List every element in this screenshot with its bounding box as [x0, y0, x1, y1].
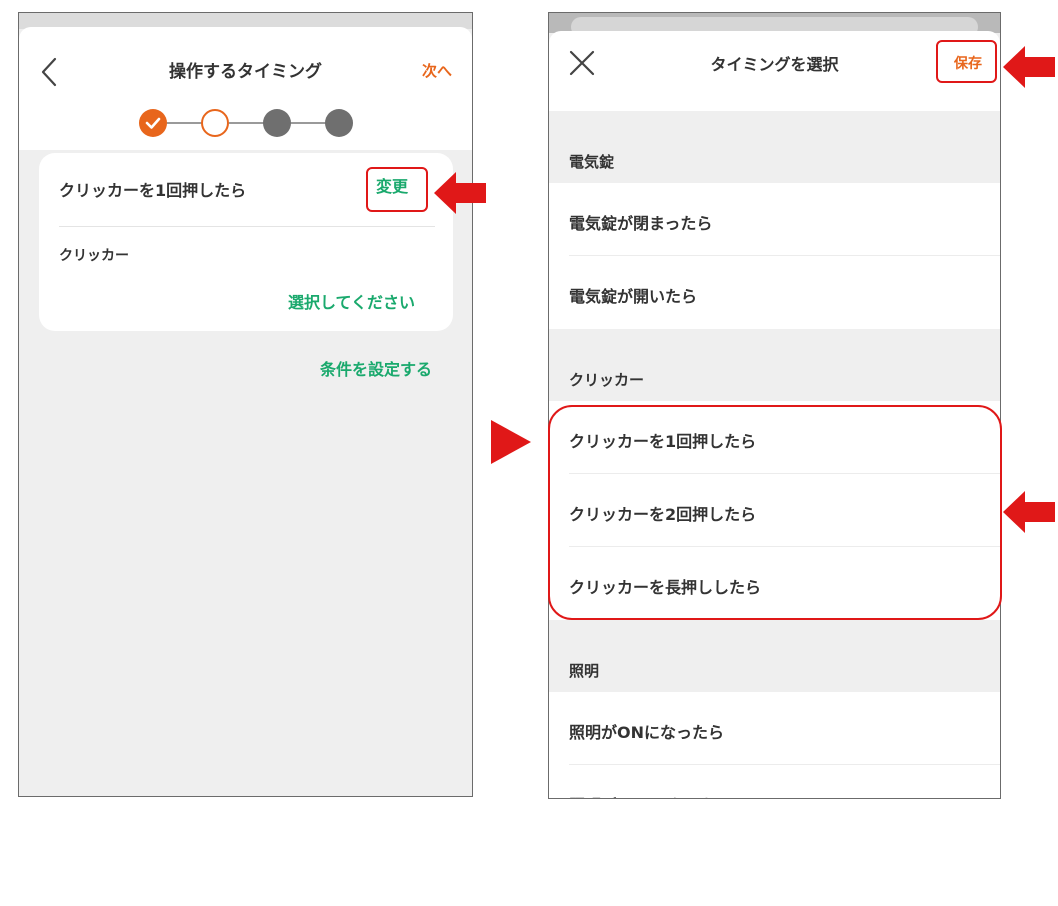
step-connector	[167, 122, 202, 124]
device-label: クリッカー	[59, 248, 129, 264]
save-button[interactable]: 保存	[954, 53, 982, 73]
step-3	[263, 109, 291, 137]
selected-trigger: クリッカーを1回押したら	[59, 181, 247, 200]
section-header-electric-lock: 電気錠	[549, 111, 1000, 183]
list-item[interactable]: 電気錠が開いたら	[549, 256, 1000, 329]
step-connector	[229, 122, 264, 124]
red-arrow-icon	[434, 172, 486, 214]
list-item[interactable]: クリッカーを1回押したら	[549, 401, 1000, 474]
divider	[59, 226, 435, 227]
step-4	[325, 109, 353, 137]
timing-setup-screen: 操作するタイミング 次へ クリッカーを1回押したら 変更 クリッカー 選択してく…	[18, 12, 473, 797]
list-item[interactable]: クリッカーを2回押したら	[549, 474, 1000, 547]
list-item[interactable]: 照明がOFFになったら	[549, 765, 1000, 798]
progress-stepper	[19, 109, 472, 139]
top-strip	[549, 13, 1000, 37]
select-device-link[interactable]: 選択してください	[288, 289, 415, 313]
list-item[interactable]: 電気錠が閉まったら	[549, 183, 1000, 256]
header: タイミングを選択 保存	[549, 31, 1000, 111]
page-title: タイミングを選択	[710, 55, 839, 74]
next-button[interactable]: 次へ	[422, 60, 452, 81]
red-arrow-icon	[1003, 491, 1055, 533]
section-header-lighting: 照明	[549, 620, 1000, 692]
change-button[interactable]: 変更	[366, 169, 418, 201]
step-2-current	[201, 109, 229, 137]
trigger-card: クリッカーを1回押したら 変更 クリッカー 選択してください	[39, 153, 453, 331]
red-arrow-icon	[1003, 46, 1055, 88]
list-item[interactable]: 照明がONになったら	[549, 692, 1000, 765]
step-1-done	[139, 109, 167, 137]
play-triangle-icon	[491, 420, 531, 464]
list-item[interactable]: クリッカーを長押ししたら	[549, 547, 1000, 620]
check-icon	[145, 117, 161, 129]
timing-select-screen: タイミングを選択 保存 電気錠 電気錠が閉まったら 電気錠が開いたら クリッカー…	[548, 12, 1001, 799]
step-connector	[291, 122, 326, 124]
section-header-clicker: クリッカー	[549, 329, 1000, 401]
set-condition-link[interactable]: 条件を設定する	[320, 356, 432, 380]
page-title: 操作するタイミング	[169, 62, 322, 82]
header: 操作するタイミング 次へ	[19, 27, 472, 150]
